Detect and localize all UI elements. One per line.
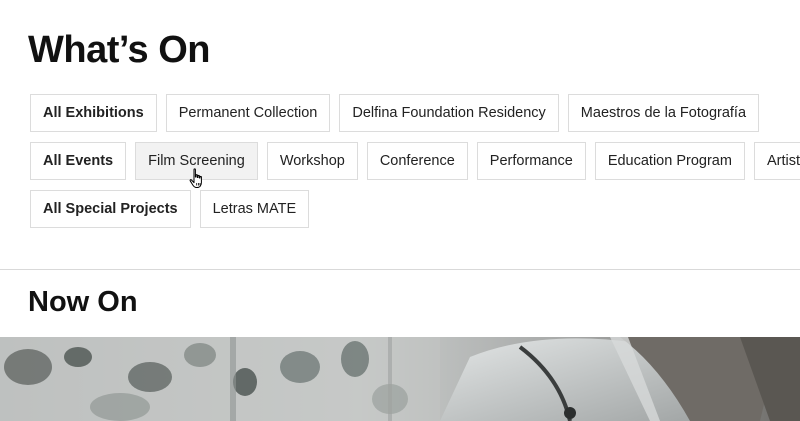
filter-film-screening[interactable]: Film Screening xyxy=(135,142,258,180)
page-title: What’s On xyxy=(28,29,210,71)
filter-education-program[interactable]: Education Program xyxy=(594,142,745,180)
filter-letras-mate[interactable]: Letras MATE xyxy=(199,190,310,228)
events-filter-row: All Events Film Screening Workshop Confe… xyxy=(30,142,800,180)
now-on-heading: Now On xyxy=(28,286,138,318)
filter-maestros-de-la-fotografia[interactable]: Maestros de la Fotografía xyxy=(567,94,760,132)
filter-permanent-collection[interactable]: Permanent Collection xyxy=(165,94,331,132)
now-on-hero-image[interactable] xyxy=(0,337,800,421)
special-projects-filter-row: All Special Projects Letras MATE xyxy=(30,190,318,228)
whats-on-page: What’s On All Exhibitions Permanent Coll… xyxy=(0,0,800,421)
exhibitions-filter-row: All Exhibitions Permanent Collection Del… xyxy=(30,94,768,132)
filter-artist-talk[interactable]: Artist Talk xyxy=(753,142,800,180)
filter-conference[interactable]: Conference xyxy=(366,142,468,180)
filter-all-events[interactable]: All Events xyxy=(30,142,127,180)
section-divider xyxy=(0,269,800,270)
filter-workshop[interactable]: Workshop xyxy=(266,142,358,180)
filter-performance[interactable]: Performance xyxy=(476,142,586,180)
filter-delfina-foundation-residency[interactable]: Delfina Foundation Residency xyxy=(339,94,559,132)
lab-scientist-photo xyxy=(0,337,800,421)
filter-all-special-projects[interactable]: All Special Projects xyxy=(30,190,191,228)
filter-all-exhibitions[interactable]: All Exhibitions xyxy=(30,94,157,132)
